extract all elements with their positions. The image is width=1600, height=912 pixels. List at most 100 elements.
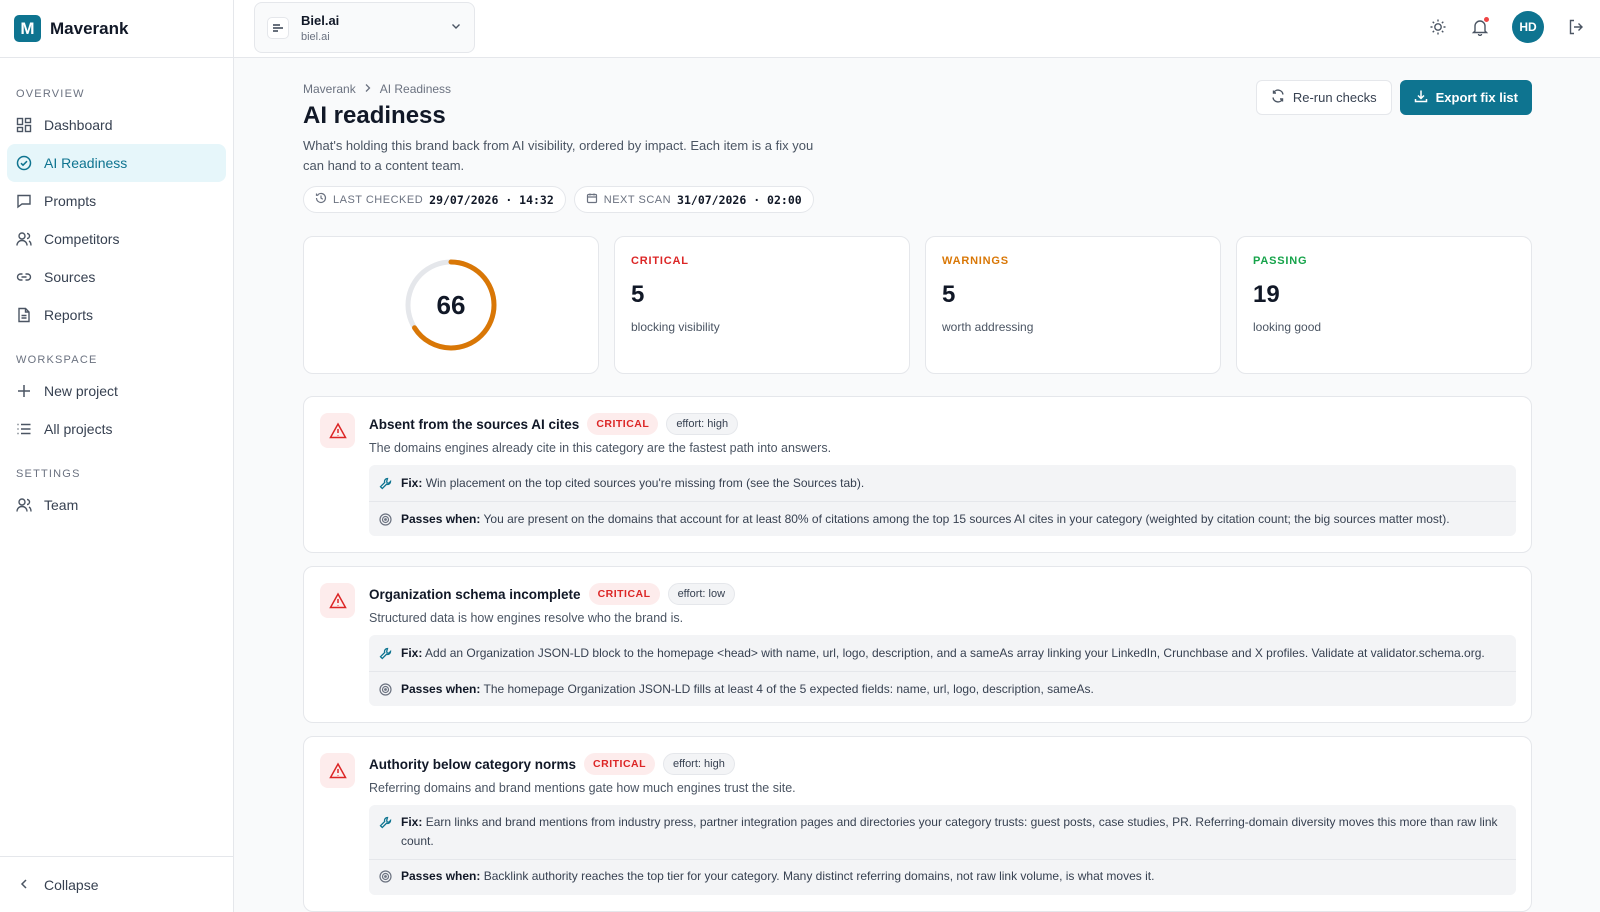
sidebar-item-dashboard[interactable]: Dashboard [7, 106, 226, 144]
nav-workspace: WORKSPACE New project All projects [0, 344, 233, 448]
page-description: What's holding this brand back from AI v… [303, 138, 814, 173]
fix-label: Fix: [401, 815, 423, 829]
sidebar-item-label: AI Readiness [44, 155, 128, 171]
target-icon [379, 680, 392, 699]
stat-label: CRITICAL [631, 255, 689, 267]
theme-toggle-sun-icon[interactable] [1428, 17, 1448, 37]
calendar-icon [586, 192, 598, 207]
passes-row: Passes when: You are present on the doma… [369, 502, 1516, 536]
chevron-left-icon [18, 877, 30, 893]
issue-details: Fix: Earn links and brand mentions from … [369, 805, 1516, 895]
fix-value: Win placement on the top cited sources y… [425, 475, 865, 490]
collapse-button[interactable]: Collapse [0, 856, 233, 912]
page-title: AI readiness [303, 102, 446, 129]
project-switcher[interactable]: Biel.ai biel.ai [254, 2, 475, 53]
sidebar-item-new-project[interactable]: New project [7, 372, 226, 410]
breadcrumb-root[interactable]: Maverank [303, 82, 356, 96]
stat-sub: blocking visibility [631, 320, 720, 334]
fix-label: Fix: [401, 475, 423, 490]
issue-description: Referring domains and brand mentions gat… [369, 781, 796, 795]
check-circle-icon [16, 155, 32, 171]
sidebar-item-all-projects[interactable]: All projects [7, 410, 226, 448]
fix-text: Fix: Add an Organization JSON-LD block t… [401, 644, 1485, 663]
collapse-label: Collapse [44, 876, 99, 893]
stat-card-warnings: WARNINGS 5 worth addressing [925, 236, 1221, 374]
severity-badge: CRITICAL [584, 753, 656, 775]
sidebar-item-prompts[interactable]: Prompts [7, 182, 226, 220]
target-icon [379, 867, 392, 886]
passes-text: Passes when: Backlink authority reaches … [401, 867, 1154, 886]
target-icon [379, 510, 392, 529]
sidebar-item-label: Dashboard [44, 117, 113, 133]
stat-sub: looking good [1253, 320, 1322, 334]
passes-row: Passes when: The homepage Organization J… [369, 672, 1516, 706]
topbar: Biel.ai biel.ai HD [234, 0, 1600, 58]
issue-title: Organization schema incomplete [369, 586, 581, 602]
passes-value: The homepage Organization JSON-LD fills … [483, 681, 1094, 696]
sidebar-item-competitors[interactable]: Competitors [7, 220, 226, 258]
breadcrumb-current: AI Readiness [379, 82, 452, 96]
stat-sub: worth addressing [942, 320, 1034, 334]
wrench-icon [379, 644, 392, 663]
sidebar-item-reports[interactable]: Reports [7, 296, 226, 334]
score-card: 66 [303, 236, 599, 374]
stat-value: 5 [631, 281, 645, 308]
wrench-icon [379, 474, 392, 493]
issue-title: Absent from the sources AI cites [369, 416, 580, 432]
chevron-right-icon [364, 82, 372, 96]
last-checked-label: LAST CHECKED [333, 193, 424, 206]
link-icon [16, 269, 32, 285]
brand-logo: M [14, 15, 41, 42]
wrench-icon [379, 813, 392, 832]
message-icon [16, 193, 32, 209]
issue-card[interactable]: Organization schema incomplete CRITICAL … [303, 566, 1532, 723]
issue-header: Authority below category norms CRITICAL … [369, 753, 735, 775]
export-fix-list-button[interactable]: Export fix list [1399, 80, 1532, 115]
severity-badge: CRITICAL [587, 413, 659, 435]
stat-value: 19 [1253, 281, 1280, 308]
score-value: 66 [437, 290, 466, 320]
fix-row: Fix: Add an Organization JSON-LD block t… [369, 635, 1516, 671]
issue-header: Organization schema incomplete CRITICAL … [369, 583, 736, 605]
meta-row: LAST CHECKED 29/07/2026 · 14:32 NEXT SCA… [303, 186, 814, 213]
team-icon [16, 497, 32, 513]
stat-label: WARNINGS [942, 255, 1009, 267]
project-icon [267, 16, 289, 39]
brand[interactable]: M Maverank [0, 0, 233, 58]
download-icon [1414, 89, 1428, 106]
notification-dot [1483, 16, 1490, 23]
avatar[interactable]: HD [1512, 11, 1544, 43]
passes-value: Backlink authority reaches the top tier … [483, 869, 1155, 883]
sidebar-item-team[interactable]: Team [7, 486, 226, 524]
notifications-bell-icon[interactable] [1470, 16, 1490, 37]
nav-heading-workspace: WORKSPACE [16, 354, 98, 366]
passes-text: Passes when: You are present on the doma… [401, 510, 1450, 529]
sidebar-item-label: New project [44, 383, 118, 399]
passes-text: Passes when: The homepage Organization J… [401, 680, 1094, 699]
sidebar-item-label: All projects [44, 421, 113, 437]
sidebar-item-sources[interactable]: Sources [7, 258, 226, 296]
score-gauge: 66 [405, 259, 497, 351]
rerun-checks-button[interactable]: Re-run checks [1255, 80, 1392, 115]
dashboard-icon [16, 117, 32, 133]
issue-card[interactable]: Authority below category norms CRITICAL … [303, 736, 1532, 912]
warning-triangle-icon [320, 583, 355, 618]
issue-title: Authority below category norms [369, 756, 577, 772]
list-icon [16, 421, 32, 437]
issue-card[interactable]: Absent from the sources AI cites CRITICA… [303, 396, 1532, 553]
issue-description: The domains engines already cite in this… [369, 441, 832, 455]
stat-card-passing: PASSING 19 looking good [1236, 236, 1532, 374]
logout-icon[interactable] [1566, 17, 1586, 37]
passes-row: Passes when: Backlink authority reaches … [369, 860, 1516, 893]
header-actions: Re-run checks Export fix list [1255, 80, 1532, 115]
warning-triangle-icon [320, 413, 355, 448]
rerun-label: Re-run checks [1292, 90, 1377, 105]
next-scan-label: NEXT SCAN [603, 193, 672, 206]
passes-value: You are present on the domains that acco… [483, 511, 1450, 526]
nav-heading-settings: SETTINGS [16, 468, 81, 480]
breadcrumb: Maverank AI Readiness [303, 82, 451, 96]
sidebar-item-ai-readiness[interactable]: AI Readiness [7, 144, 226, 182]
file-icon [16, 307, 32, 323]
project-name: Biel.ai [301, 12, 340, 28]
fix-text: Fix: Earn links and brand mentions from … [401, 813, 1506, 851]
